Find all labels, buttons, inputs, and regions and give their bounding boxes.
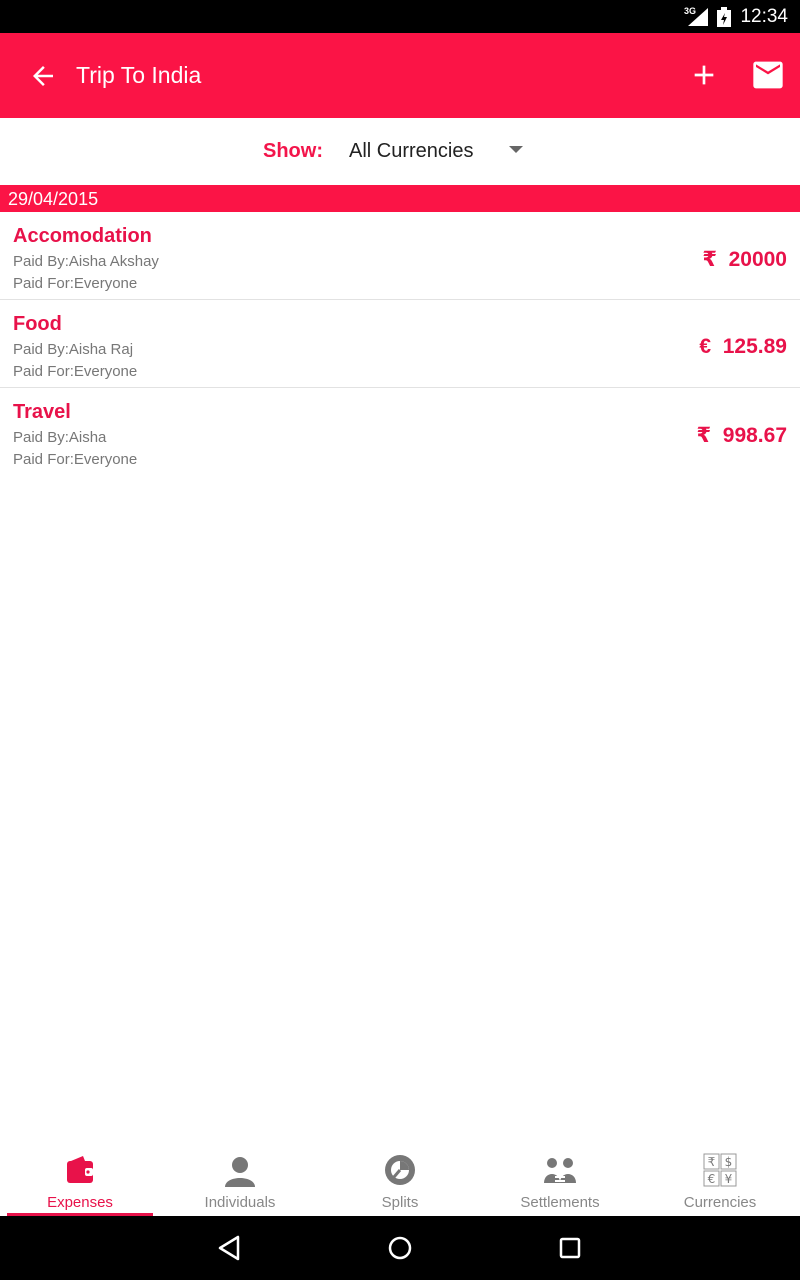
expense-row[interactable]: Food Paid By:Aisha Raj Paid For:Everyone… xyxy=(0,300,800,388)
arrow-back-icon[interactable] xyxy=(28,61,58,91)
paid-by: Paid By:Aisha xyxy=(13,429,107,446)
pie-chart-icon xyxy=(385,1155,415,1185)
dropdown-arrow-icon[interactable] xyxy=(509,146,523,153)
tab-label: Settlements xyxy=(520,1194,600,1211)
expense-name: Food xyxy=(13,313,62,335)
svg-text:₹: ₹ xyxy=(708,1155,716,1169)
tab-individuals[interactable]: Individuals xyxy=(160,1146,320,1216)
tab-expenses[interactable]: Expenses xyxy=(0,1146,160,1216)
paid-by: Paid By:Aisha Akshay xyxy=(13,253,159,270)
app-bar: Trip To India xyxy=(0,33,800,118)
paid-for: Paid For:Everyone xyxy=(13,275,138,292)
signal-icon xyxy=(688,8,708,26)
currency-filter[interactable]: Show: All Currencies xyxy=(0,118,800,185)
svg-text:¥: ¥ xyxy=(725,1172,733,1186)
tab-currencies[interactable]: ₹ $ € ¥ Currencies xyxy=(640,1146,800,1216)
expense-amount: ₹ 20000 xyxy=(702,248,787,271)
wallet-icon xyxy=(67,1156,93,1183)
paid-by: Paid By:Aisha Raj xyxy=(13,341,134,358)
system-nav-bar xyxy=(0,1216,800,1280)
date-header: 29/04/2015 xyxy=(0,185,800,212)
tab-splits[interactable]: Splits xyxy=(320,1146,480,1216)
expense-name: Travel xyxy=(13,401,71,423)
expense-row[interactable]: Travel Paid By:Aisha Paid For:Everyone ₹… xyxy=(0,388,800,476)
expense-amount: ₹ 998.67 xyxy=(696,424,787,447)
tab-label: Expenses xyxy=(47,1194,113,1211)
person-icon xyxy=(225,1157,255,1187)
status-bar: 3G 12:34 xyxy=(0,0,800,33)
expense-name: Accomodation xyxy=(13,225,152,247)
back-triangle-icon[interactable] xyxy=(215,1233,245,1263)
tab-label: Individuals xyxy=(204,1194,276,1211)
expense-row[interactable]: Accomodation Paid By:Aisha Akshay Paid F… xyxy=(0,212,800,300)
filter-label: Show: xyxy=(263,140,323,162)
svg-text:$: $ xyxy=(725,1155,733,1169)
paid-for: Paid For:Everyone xyxy=(13,451,138,468)
expense-amount: € 125.89 xyxy=(699,335,787,358)
recents-square-icon[interactable] xyxy=(555,1233,585,1263)
page-title: Trip To India xyxy=(76,62,202,88)
people-exchange-icon xyxy=(544,1158,576,1183)
svg-text:€: € xyxy=(708,1172,716,1186)
mail-icon[interactable] xyxy=(752,61,784,89)
tab-label: Splits xyxy=(381,1194,419,1211)
plus-icon[interactable] xyxy=(688,59,720,91)
currency-select[interactable]: All Currencies xyxy=(349,140,473,163)
expense-list: Accomodation Paid By:Aisha Akshay Paid F… xyxy=(0,212,800,476)
tab-label: Currencies xyxy=(683,1194,757,1211)
paid-for: Paid For:Everyone xyxy=(13,363,138,380)
tab-settlements[interactable]: Settlements xyxy=(480,1146,640,1216)
home-circle-icon[interactable] xyxy=(385,1233,415,1263)
currencies-icon: ₹ $ € ¥ xyxy=(703,1153,737,1187)
clock: 12:34 xyxy=(740,6,788,27)
battery-icon xyxy=(717,7,731,27)
bottom-nav: Expenses Individuals Splits Settlements xyxy=(0,1146,800,1216)
